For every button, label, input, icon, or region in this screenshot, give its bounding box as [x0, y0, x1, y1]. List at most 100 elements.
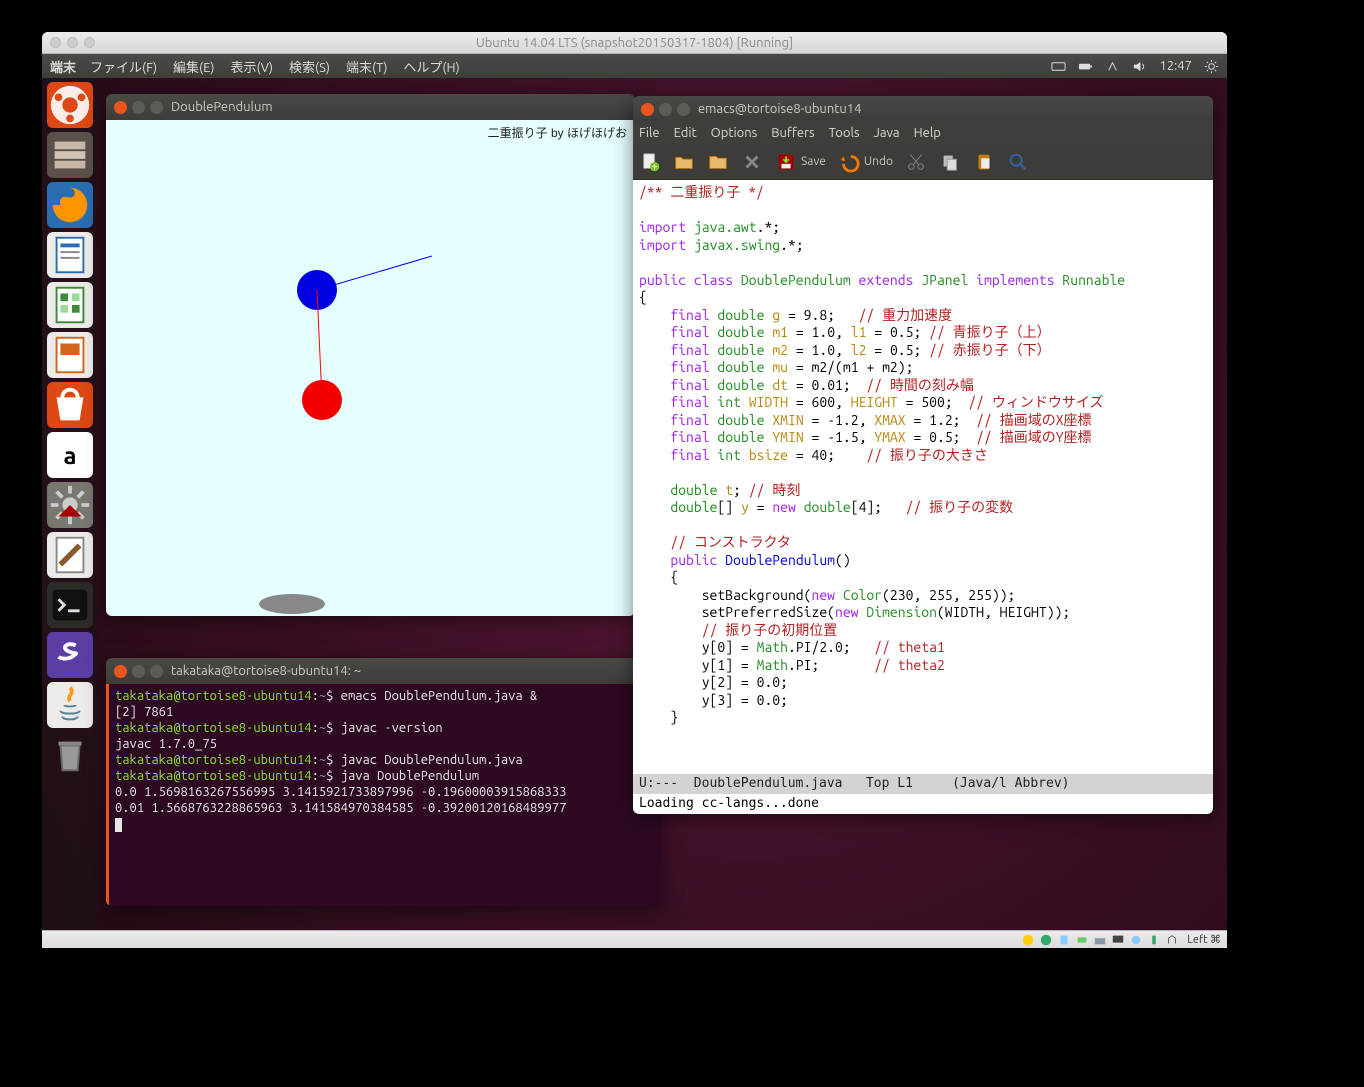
- files-icon[interactable]: [47, 132, 93, 178]
- host-vm-window: Ubuntu 14.04 LTS (snapshot20150317-1804)…: [42, 32, 1227, 948]
- writer-icon[interactable]: [47, 232, 93, 278]
- file-new-icon: [639, 151, 661, 173]
- app-menu-bar[interactable]: ファイル(F) 編集(E) 表示(V) 検索(S) 端末(T) ヘルプ(H): [90, 57, 460, 76]
- virtualbox-statusbar[interactable]: Left ⌘: [42, 930, 1227, 948]
- terminal-icon[interactable]: [47, 582, 93, 628]
- mouse-icon[interactable]: [1147, 933, 1161, 947]
- display-icon[interactable]: [1111, 933, 1125, 947]
- network-icon[interactable]: [1105, 59, 1120, 74]
- red-bob-icon: [302, 380, 342, 420]
- emacs-menu-help[interactable]: Help: [914, 126, 941, 140]
- close-buffer-button[interactable]: [741, 151, 763, 173]
- emacs-menu-buffers[interactable]: Buffers: [771, 126, 814, 140]
- gear-icon[interactable]: [1204, 59, 1219, 74]
- menu-edit[interactable]: 編集(E): [173, 57, 214, 76]
- menu-file[interactable]: ファイル(F): [90, 57, 157, 76]
- terminal-title: takataka@tortoise8-ubuntu14: ~: [171, 664, 361, 678]
- settings-icon[interactable]: [47, 482, 93, 528]
- maximize-icon[interactable]: [150, 101, 163, 114]
- emacs-menu-tools[interactable]: Tools: [829, 126, 860, 140]
- netcard-icon[interactable]: [1075, 933, 1089, 947]
- pendulum-caption: 二重振り子 by ほげほげお: [488, 124, 627, 141]
- emacs-menu-edit[interactable]: Edit: [674, 126, 697, 140]
- minimize-icon[interactable]: [132, 101, 145, 114]
- maximize-icon[interactable]: [150, 665, 163, 678]
- unity-launcher[interactable]: a: [42, 78, 98, 932]
- emacs-menu-bar[interactable]: File Edit Options Buffers Tools Java Hel…: [633, 122, 1213, 144]
- clock[interactable]: 12:47: [1159, 59, 1192, 73]
- scissors-icon: [905, 151, 927, 173]
- pendulum-window[interactable]: DoublePendulum 二重振り子 by ほげほげお: [106, 94, 635, 616]
- terminal-body[interactable]: takataka@tortoise8-ubuntu14:~$ emacs Dou…: [106, 684, 661, 906]
- search-icon: [1007, 151, 1029, 173]
- battery-icon[interactable]: [1078, 59, 1093, 74]
- folder-open-icon: [673, 151, 695, 173]
- mac-window-title: Ubuntu 14.04 LTS (snapshot20150317-1804)…: [42, 36, 1227, 50]
- hostkey-label: Left ⌘: [1187, 933, 1221, 946]
- pendulum-canvas: 二重振り子 by ほげほげお: [106, 120, 635, 616]
- sound-icon[interactable]: [1132, 59, 1147, 74]
- disk-icon[interactable]: [1021, 933, 1035, 947]
- text-editor-icon[interactable]: [47, 532, 93, 578]
- minimize-icon[interactable]: [659, 103, 672, 116]
- mac-titlebar[interactable]: Ubuntu 14.04 LTS (snapshot20150317-1804)…: [42, 32, 1227, 54]
- copy-icon: [939, 151, 961, 173]
- calc-icon[interactable]: [47, 282, 93, 328]
- emacs-toolbar[interactable]: Save Undo: [633, 144, 1213, 180]
- emacs-window[interactable]: emacs@tortoise8-ubuntu14 File Edit Optio…: [633, 96, 1213, 814]
- pendulum-titlebar[interactable]: DoublePendulum: [106, 94, 635, 120]
- firefox-icon[interactable]: [47, 182, 93, 228]
- record-icon[interactable]: [1129, 933, 1143, 947]
- emacs-menu-options[interactable]: Options: [711, 126, 758, 140]
- save-label: Save: [801, 155, 826, 168]
- shared-icon[interactable]: [1093, 933, 1107, 947]
- undo-button[interactable]: Undo: [838, 151, 893, 173]
- pendulum-drawing: [106, 120, 635, 616]
- minimize-icon[interactable]: [132, 665, 145, 678]
- terminal-titlebar[interactable]: takataka@tortoise8-ubuntu14: ~: [106, 658, 661, 684]
- emacs-titlebar[interactable]: emacs@tortoise8-ubuntu14: [633, 96, 1213, 122]
- trash-icon[interactable]: [47, 732, 93, 778]
- emacs-menu-java[interactable]: Java: [874, 126, 900, 140]
- copy-button[interactable]: [939, 151, 961, 173]
- menu-terminal[interactable]: 端末(T): [346, 57, 387, 76]
- focused-app-label: 端末: [50, 57, 76, 76]
- save-button[interactable]: Save: [775, 151, 826, 173]
- terminal-window[interactable]: takataka@tortoise8-ubuntu14: ~ takataka@…: [106, 658, 661, 906]
- menu-search[interactable]: 検索(S): [289, 57, 330, 76]
- ubuntu-desktop[interactable]: 端末 ファイル(F) 編集(E) 表示(V) 検索(S) 端末(T) ヘルプ(H…: [42, 54, 1227, 932]
- hostkey-icon[interactable]: [1165, 933, 1179, 947]
- menu-help[interactable]: ヘルプ(H): [403, 57, 459, 76]
- paste-icon: [973, 151, 995, 173]
- emacs-echo-area: Loading cc-langs...done: [633, 794, 1213, 814]
- maximize-icon[interactable]: [677, 103, 690, 116]
- open-file-button[interactable]: [673, 151, 695, 173]
- usb-icon[interactable]: [1057, 933, 1071, 947]
- undo-icon: [838, 151, 860, 173]
- new-file-button[interactable]: [639, 151, 661, 173]
- panel-indicators[interactable]: 12:47: [1051, 59, 1219, 74]
- keyboard-icon[interactable]: [1051, 59, 1066, 74]
- close-icon[interactable]: [641, 103, 654, 116]
- emacs-icon[interactable]: [47, 632, 93, 678]
- menu-view[interactable]: 表示(V): [231, 57, 273, 76]
- emacs-editor[interactable]: /** 二重振り子 */ import java.awt.*; import j…: [633, 180, 1213, 774]
- emacs-menu-file[interactable]: File: [639, 126, 660, 140]
- open-dir-button[interactable]: [707, 151, 729, 173]
- close-icon[interactable]: [114, 665, 127, 678]
- paste-button[interactable]: [973, 151, 995, 173]
- folder-icon: [707, 151, 729, 173]
- java-icon[interactable]: [47, 682, 93, 728]
- search-button[interactable]: [1007, 151, 1029, 173]
- software-icon[interactable]: [47, 382, 93, 428]
- optical-icon[interactable]: [1039, 933, 1053, 947]
- amazon-icon[interactable]: a: [47, 432, 93, 478]
- close-icon[interactable]: [114, 101, 127, 114]
- pendulum-title: DoublePendulum: [171, 100, 273, 114]
- impress-icon[interactable]: [47, 332, 93, 378]
- shadow-icon: [259, 594, 325, 614]
- ubuntu-top-panel[interactable]: 端末 ファイル(F) 編集(E) 表示(V) 検索(S) 端末(T) ヘルプ(H…: [42, 54, 1227, 78]
- dash-icon[interactable]: [47, 82, 93, 128]
- cut-button[interactable]: [905, 151, 927, 173]
- emacs-title: emacs@tortoise8-ubuntu14: [698, 102, 861, 116]
